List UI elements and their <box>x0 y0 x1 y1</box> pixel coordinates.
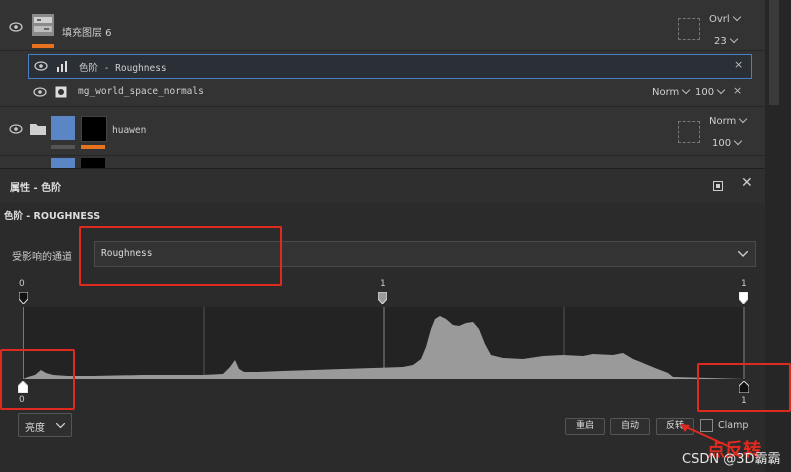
scrollbar-thumb[interactable] <box>769 0 779 105</box>
remove-effect-icon[interactable]: × <box>733 84 742 97</box>
chevron-down-icon <box>56 423 65 428</box>
eye-icon[interactable] <box>9 22 23 32</box>
eye-icon[interactable] <box>33 87 47 97</box>
auto-button[interactable]: 自动 <box>610 418 650 435</box>
mask-thumbnail <box>81 116 107 142</box>
popout-icon[interactable] <box>713 181 723 191</box>
layer-thumbnail <box>51 158 75 168</box>
close-icon[interactable]: ✕ <box>741 175 753 191</box>
mask-placeholder <box>678 121 700 143</box>
layer-thumbnail <box>51 116 75 140</box>
layer-color-tag <box>51 145 75 149</box>
layer-color-tag <box>81 145 105 149</box>
annotation-box-channel <box>79 226 282 286</box>
blend-mode-select[interactable]: Norm <box>709 114 748 127</box>
mask-thumbnail <box>81 158 105 168</box>
layer-name: 色阶 - Roughness <box>79 63 167 74</box>
watermark: CSDN @3D霸霸 <box>682 452 781 467</box>
opacity-select[interactable]: 100 <box>695 85 726 98</box>
layer-name: huawen <box>112 125 147 136</box>
layer-thumbnail <box>32 14 54 36</box>
mask-placeholder <box>678 18 700 40</box>
levels-histogram <box>23 307 745 379</box>
input-gamma-handle[interactable] <box>378 292 387 304</box>
annotation-box-output-white <box>697 363 791 412</box>
channel-label: 受影响的通道 <box>12 252 72 263</box>
properties-panel: 属性 - 色阶 ✕ 色阶 - ROUGHNESS 受影响的通道 Roughnes… <box>0 168 765 472</box>
opacity-select[interactable]: 23 <box>714 34 738 47</box>
remove-effect-icon[interactable]: × <box>734 58 743 71</box>
layer-row-folder[interactable]: huawen Norm 100 <box>0 106 765 156</box>
panel-title: 属性 - 色阶 <box>10 183 62 194</box>
layer-row-normals[interactable]: mg_world_space_normals Norm 100 × <box>28 81 750 103</box>
mode-select[interactable]: 亮度 <box>18 413 72 437</box>
input-black-value: 0 <box>19 279 25 289</box>
input-black-handle[interactable] <box>19 292 28 304</box>
folder-icon <box>30 124 46 135</box>
opacity-select[interactable]: 100 <box>712 136 743 149</box>
chevron-down-icon <box>738 251 748 257</box>
layer-color-tag <box>32 44 54 48</box>
layer-name: mg_world_space_normals <box>78 86 204 97</box>
levels-icon <box>57 61 67 72</box>
layer-name: 填充图层 6 <box>62 28 112 39</box>
reset-button[interactable]: 重启 <box>565 418 605 435</box>
eye-icon[interactable] <box>34 61 48 71</box>
blend-mode-select[interactable]: Ovrl <box>709 12 741 25</box>
input-white-value: 1 <box>741 279 747 289</box>
properties-header: 属性 - 色阶 ✕ <box>0 168 765 203</box>
layer-row-levels-selected[interactable]: 色阶 - Roughness × <box>28 54 752 79</box>
layers-panel: 填充图层 6 Ovrl 23 色阶 - Roughness × mg_world… <box>0 0 765 168</box>
section-title: 色阶 - ROUGHNESS <box>4 211 101 222</box>
input-gamma-value: 1 <box>380 279 386 289</box>
eye-icon[interactable] <box>9 124 23 134</box>
input-white-handle[interactable] <box>739 292 748 304</box>
annotation-box-output-black <box>0 349 75 410</box>
layer-row-fill[interactable]: 填充图层 6 Ovrl 23 <box>0 0 765 51</box>
generator-icon <box>55 86 67 98</box>
blend-mode-select[interactable]: Norm <box>652 85 691 98</box>
